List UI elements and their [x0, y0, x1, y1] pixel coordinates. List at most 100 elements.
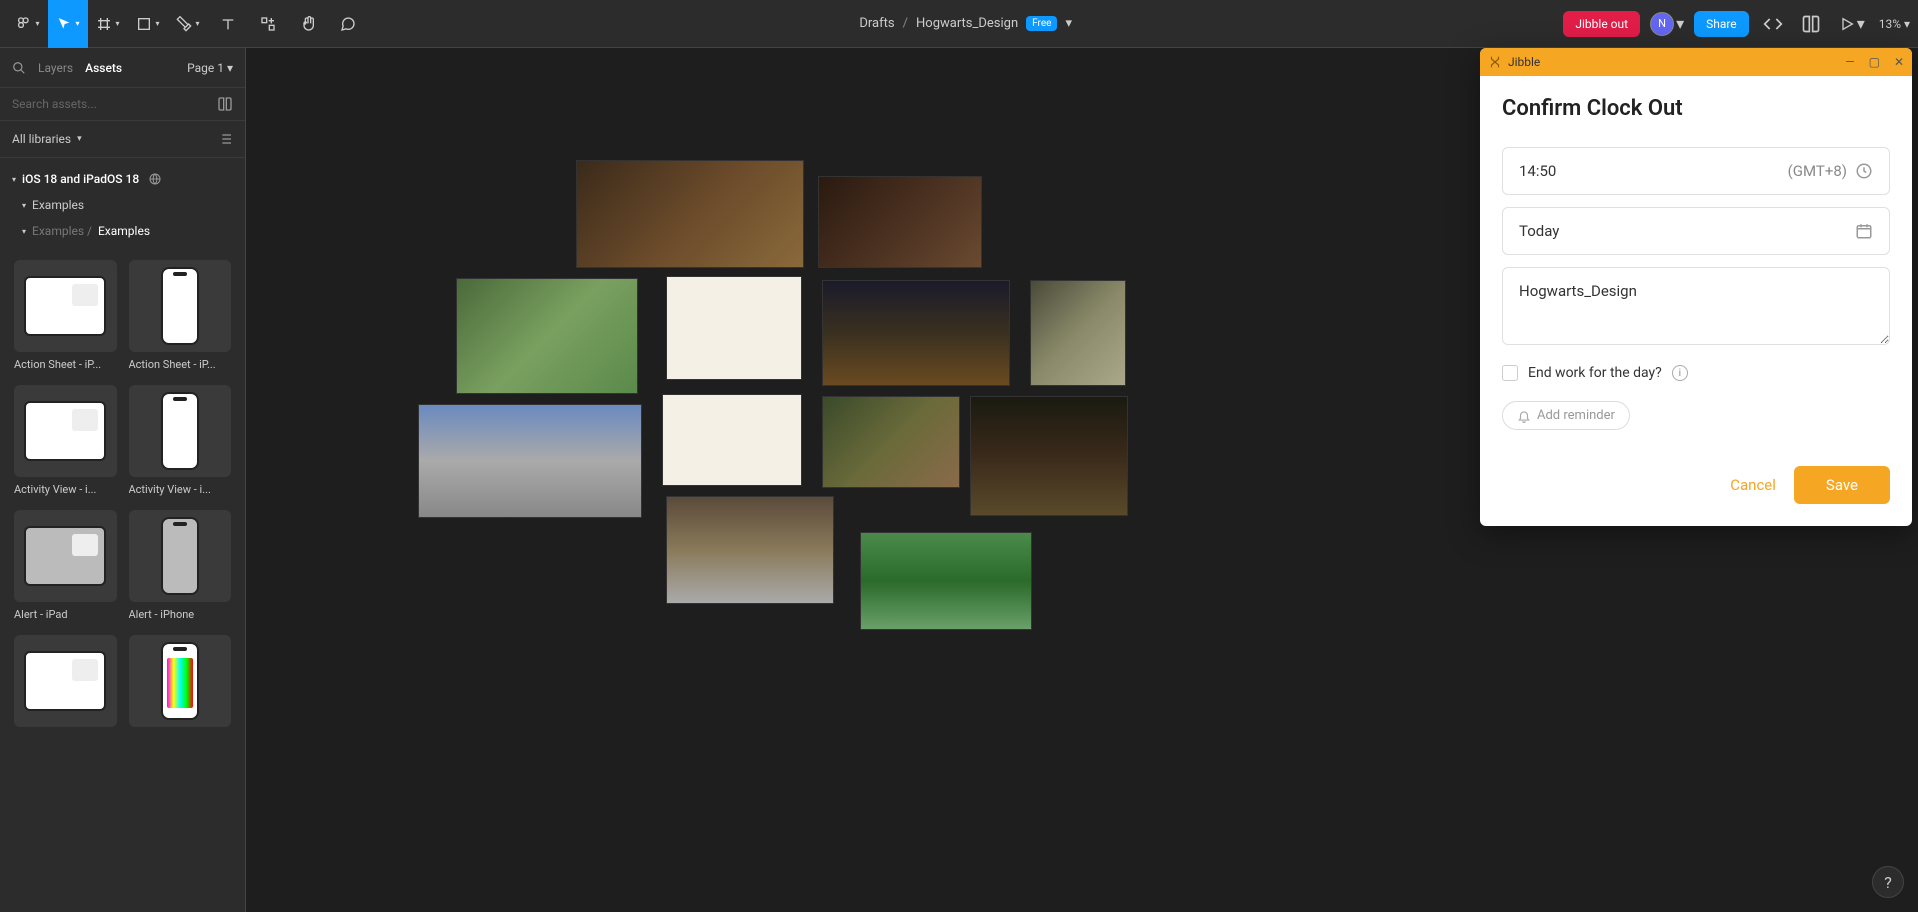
cancel-button[interactable]: Cancel — [1730, 476, 1776, 494]
library-icon[interactable] — [217, 96, 233, 112]
resources-tool-button[interactable] — [248, 0, 288, 48]
tz-label: (GMT+8) — [1788, 162, 1847, 180]
add-reminder-button[interactable]: Add reminder — [1502, 401, 1630, 430]
end-day-checkbox[interactable] — [1502, 365, 1518, 381]
frame-tool-button[interactable]: ▾ — [88, 0, 128, 48]
topbar-right: Jibble out N ▾ Share ▾ 13% ▾ — [1563, 10, 1910, 38]
plan-badge[interactable]: Free — [1026, 16, 1057, 31]
left-sidebar: Layers Assets Page 1 ▾ All libraries ▾ ▾… — [0, 48, 246, 912]
asset-card[interactable]: Alert - iPhone — [129, 510, 232, 621]
library-dropdown[interactable]: All libraries ▾ — [0, 121, 245, 158]
bell-icon — [1517, 409, 1531, 423]
asset-grid: Action Sheet - iP... Action Sheet - iP..… — [0, 252, 245, 735]
canvas-image[interactable] — [860, 532, 1032, 630]
asset-card[interactable]: Activity View - i... — [129, 385, 232, 496]
top-toolbar: ▾ ▾ ▾ ▾ ▾ Drafts / Hogwarts_Design Free … — [0, 0, 1918, 48]
asset-card[interactable]: Alert - iPad — [14, 510, 117, 621]
note-field[interactable]: Hogwarts_Design — [1502, 267, 1890, 345]
chevron-down-icon: ▾ — [77, 134, 82, 144]
tab-layers[interactable]: Layers — [38, 61, 73, 75]
file-name[interactable]: Hogwarts_Design — [916, 16, 1018, 31]
asset-tree: ▾ iOS 18 and iPadOS 18 ▾ Examples ▾ Exam… — [0, 158, 245, 252]
calendar-icon — [1855, 222, 1873, 240]
close-button[interactable]: ✕ — [1894, 55, 1904, 69]
asset-thumb — [14, 510, 117, 602]
move-tool-button[interactable]: ▾ — [48, 0, 88, 48]
pen-tool-button[interactable]: ▾ — [168, 0, 208, 48]
canvas-image[interactable] — [822, 396, 960, 488]
caret-down-icon: ▾ — [22, 227, 26, 236]
canvas-image[interactable] — [576, 160, 804, 268]
time-field[interactable]: 14:50 (GMT+8) — [1502, 147, 1890, 195]
asset-card[interactable]: Activity View - i... — [14, 385, 117, 496]
text-tool-button[interactable] — [208, 0, 248, 48]
clock-icon — [1855, 162, 1873, 180]
asset-thumb — [14, 260, 117, 352]
asset-label: Action Sheet - iP... — [129, 358, 232, 371]
shape-tool-button[interactable]: ▾ — [128, 0, 168, 48]
jibble-out-button[interactable]: Jibble out — [1563, 11, 1640, 37]
help-button[interactable]: ? — [1872, 866, 1904, 898]
asset-search — [0, 88, 245, 121]
breadcrumb-drafts[interactable]: Drafts — [859, 16, 894, 31]
asset-label: Action Sheet - iP... — [14, 358, 117, 371]
asset-card[interactable]: Action Sheet - iP... — [129, 260, 232, 371]
asset-label: Alert - iPhone — [129, 608, 232, 621]
page-dropdown[interactable]: Page 1 ▾ — [187, 61, 233, 75]
asset-search-input[interactable] — [12, 97, 209, 111]
window-controls: — ▢ ✕ — [1845, 55, 1904, 69]
share-button[interactable]: Share — [1694, 11, 1749, 37]
asset-thumb — [14, 385, 117, 477]
canvas-image[interactable] — [970, 396, 1128, 516]
chevron-down-icon[interactable]: ▾ — [1065, 16, 1072, 31]
comment-tool-button[interactable] — [328, 0, 368, 48]
tree-examples-sub[interactable]: ▾ Examples / Examples — [0, 218, 245, 244]
dev-mode-icon[interactable] — [1759, 10, 1787, 38]
canvas-image[interactable] — [418, 404, 642, 518]
asset-thumb — [129, 635, 232, 727]
library-icon[interactable] — [1797, 10, 1825, 38]
caret-down-icon: ▾ — [22, 201, 26, 210]
present-icon[interactable]: ▾ — [1835, 10, 1869, 37]
asset-thumb — [14, 635, 117, 727]
asset-thumb — [129, 385, 232, 477]
jibble-popup: Jibble — ▢ ✕ Confirm Clock Out 14:50 (GM… — [1480, 48, 1912, 526]
asset-thumb — [129, 510, 232, 602]
canvas-image[interactable] — [666, 276, 802, 380]
asset-card[interactable] — [14, 635, 117, 727]
jibble-heading: Confirm Clock Out — [1502, 96, 1890, 121]
maximize-button[interactable]: ▢ — [1869, 55, 1880, 69]
chevron-down-icon: ▾ — [155, 19, 159, 28]
minimize-button[interactable]: — — [1845, 55, 1854, 69]
chevron-down-icon[interactable]: ▾ — [1676, 14, 1684, 33]
canvas-image[interactable] — [1030, 280, 1126, 386]
tree-examples[interactable]: ▾ Examples — [0, 192, 245, 218]
avatar[interactable]: N — [1650, 12, 1674, 36]
canvas-image[interactable] — [822, 280, 1010, 386]
canvas-image[interactable] — [456, 278, 638, 394]
canvas-image[interactable] — [666, 496, 834, 604]
asset-card[interactable] — [129, 635, 232, 727]
asset-card[interactable]: Action Sheet - iP... — [14, 260, 117, 371]
figma-menu-button[interactable]: ▾ — [8, 0, 48, 48]
hand-tool-button[interactable] — [288, 0, 328, 48]
search-icon[interactable] — [12, 61, 26, 75]
jibble-body: Confirm Clock Out 14:50 (GMT+8) Today Ho… — [1480, 76, 1912, 526]
globe-icon — [149, 173, 161, 185]
date-value: Today — [1519, 222, 1559, 240]
save-button[interactable]: Save — [1794, 466, 1890, 504]
date-field[interactable]: Today — [1502, 207, 1890, 255]
tree-library[interactable]: ▾ iOS 18 and iPadOS 18 — [0, 166, 245, 192]
jibble-actions: Cancel Save — [1502, 466, 1890, 504]
zoom-dropdown[interactable]: 13% ▾ — [1879, 17, 1910, 31]
asset-label: Alert - iPad — [14, 608, 117, 621]
info-icon[interactable]: i — [1672, 365, 1688, 381]
sidebar-tabs: Layers Assets Page 1 ▾ — [0, 48, 245, 88]
caret-down-icon: ▾ — [12, 175, 16, 184]
note-value: Hogwarts_Design — [1519, 282, 1637, 300]
canvas-image[interactable] — [818, 176, 982, 268]
canvas-image[interactable] — [662, 394, 802, 486]
jibble-titlebar[interactable]: Jibble — ▢ ✕ — [1480, 48, 1912, 76]
tab-assets[interactable]: Assets — [85, 61, 122, 75]
list-view-icon[interactable] — [217, 131, 233, 147]
